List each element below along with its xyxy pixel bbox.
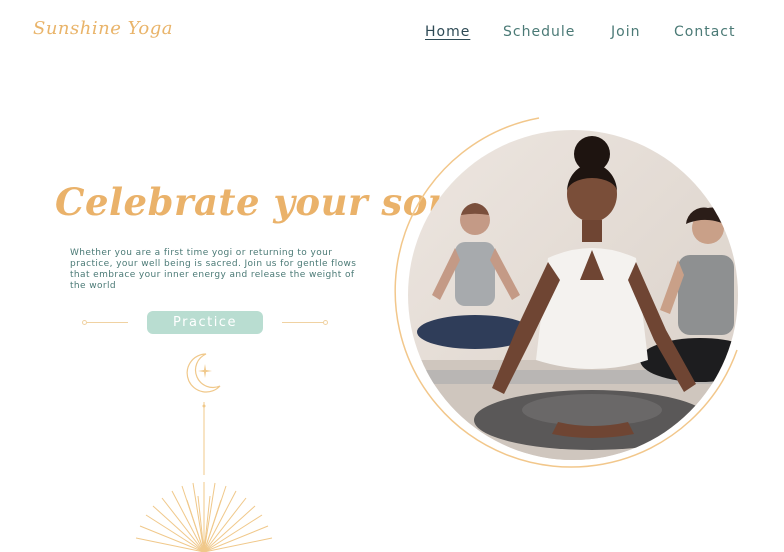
divider-line-left — [84, 322, 128, 323]
nav-join[interactable]: Join — [611, 24, 640, 40]
divider-line-right — [282, 322, 326, 323]
divider-dot-left — [82, 320, 87, 325]
sunburst-icon — [135, 482, 273, 552]
star-icon — [198, 364, 212, 378]
nav-contact[interactable]: Contact — [674, 24, 735, 40]
nav-schedule[interactable]: Schedule — [503, 24, 575, 40]
main-nav: Home Schedule Join Contact — [0, 24, 784, 44]
nav-home[interactable]: Home — [425, 24, 470, 40]
line-dot — [202, 404, 206, 408]
crescent-moon-icon — [186, 353, 221, 393]
celestial-decoration — [135, 353, 273, 552]
hero-description: Whether you are a first time yogi or ret… — [70, 248, 357, 291]
divider-dot-right — [323, 320, 328, 325]
yoga-class-photo — [408, 130, 738, 460]
practice-button[interactable]: Practice — [147, 311, 263, 334]
